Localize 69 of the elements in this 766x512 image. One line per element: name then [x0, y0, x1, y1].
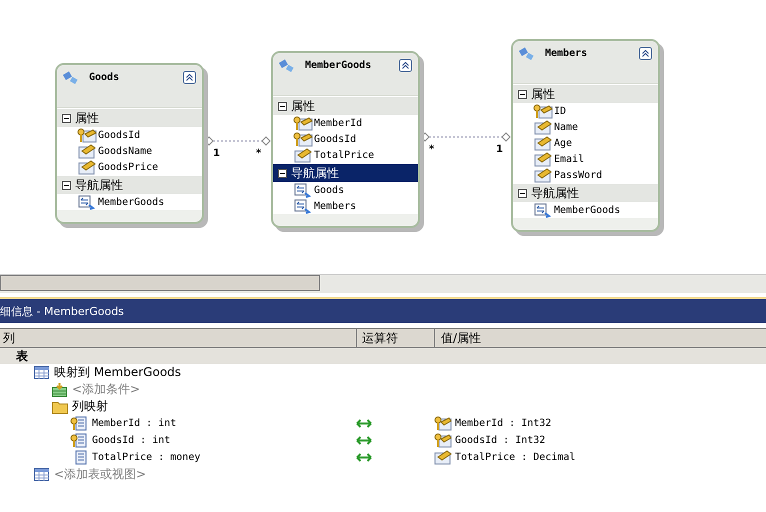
navigation-property-icon — [293, 198, 313, 214]
section-header[interactable]: 导航属性 — [273, 163, 418, 182]
key-property-icon — [293, 116, 313, 130]
collapse-icon[interactable] — [639, 47, 652, 60]
table-icon — [34, 468, 50, 482]
bidirectional-arrow-icon — [356, 436, 372, 445]
key-property-icon — [293, 132, 313, 146]
property-icon — [533, 120, 553, 134]
entity-title: Goods — [89, 71, 120, 83]
property-icon — [77, 144, 97, 158]
entity-icon — [519, 47, 535, 61]
key-property-icon — [533, 104, 553, 118]
tree-item[interactable]: 表 — [16, 348, 28, 364]
property-name[interactable]: Goods — [314, 184, 344, 196]
key-property-icon — [77, 128, 97, 142]
section-header[interactable]: 属性 — [57, 108, 202, 127]
collapse-toggle-icon[interactable] — [518, 90, 527, 98]
multiplicity-label: * — [256, 148, 262, 159]
bidirectional-arrow-icon — [356, 453, 372, 462]
property-name[interactable]: Age — [554, 138, 572, 148]
tree-item[interactable]: <添加条件> — [72, 381, 140, 398]
navigation-property-icon — [77, 194, 97, 210]
multiplicity-label: 1 — [496, 144, 503, 155]
collapse-toggle-icon[interactable] — [518, 188, 527, 198]
multiplicity-label: 1 — [213, 148, 220, 159]
collapse-toggle-icon[interactable] — [278, 168, 287, 178]
add-condition-icon — [52, 382, 68, 396]
table-icon — [34, 366, 50, 380]
property-icon — [293, 148, 313, 162]
section-header[interactable]: 导航属性 — [57, 175, 202, 194]
column-header[interactable]: 值/属性 — [435, 329, 766, 347]
panel-title: 细信息 - MemberGoods — [0, 304, 124, 318]
entity-icon — [279, 59, 295, 73]
property-mapping: MemberId : Int32 — [455, 418, 552, 429]
navigation-property-icon — [533, 202, 553, 218]
property-name[interactable]: ID — [554, 106, 566, 116]
column-mapping[interactable]: TotalPrice : money — [92, 452, 200, 463]
section-header[interactable]: 属性 — [513, 84, 658, 103]
entity-title: MemberGoods — [305, 59, 372, 71]
entity-icon — [63, 71, 79, 85]
tree-item[interactable]: 列映射 — [72, 398, 108, 415]
property-icon — [77, 160, 97, 174]
tree-item[interactable]: <添加表或视图> — [54, 466, 146, 483]
scrollbar-thumb[interactable] — [0, 275, 320, 291]
collapse-toggle-icon[interactable] — [62, 180, 71, 190]
horizontal-scrollbar[interactable] — [0, 274, 766, 293]
column-mapping[interactable]: MemberId : int — [92, 418, 176, 429]
folder-icon — [52, 400, 68, 414]
property-icon — [533, 168, 553, 182]
tree-item[interactable]: 映射到 MemberGoods — [54, 364, 182, 381]
entity-title: Members — [545, 47, 588, 59]
column-header[interactable]: 列 — [0, 329, 357, 347]
navigation-property-icon — [293, 182, 313, 198]
property-icon — [533, 136, 553, 150]
property-icon — [533, 152, 553, 166]
property-mapping: GoodsId : Int32 — [455, 435, 546, 446]
bidirectional-arrow-icon — [356, 419, 372, 428]
multiplicity-label: * — [429, 144, 434, 155]
collapse-toggle-icon[interactable] — [278, 102, 287, 110]
property-mapping: TotalPrice : Decimal — [455, 452, 576, 463]
collapse-icon[interactable] — [399, 59, 412, 72]
collapse-icon[interactable] — [183, 71, 196, 84]
column-header[interactable]: 运算符 — [357, 329, 435, 347]
column-mapping[interactable]: GoodsId : int — [92, 435, 170, 446]
property-name[interactable]: Name — [554, 122, 578, 132]
property-name[interactable]: Email — [554, 154, 584, 164]
collapse-toggle-icon[interactable] — [62, 114, 71, 122]
section-header[interactable]: 导航属性 — [513, 183, 658, 202]
section-header[interactable]: 属性 — [273, 96, 418, 115]
